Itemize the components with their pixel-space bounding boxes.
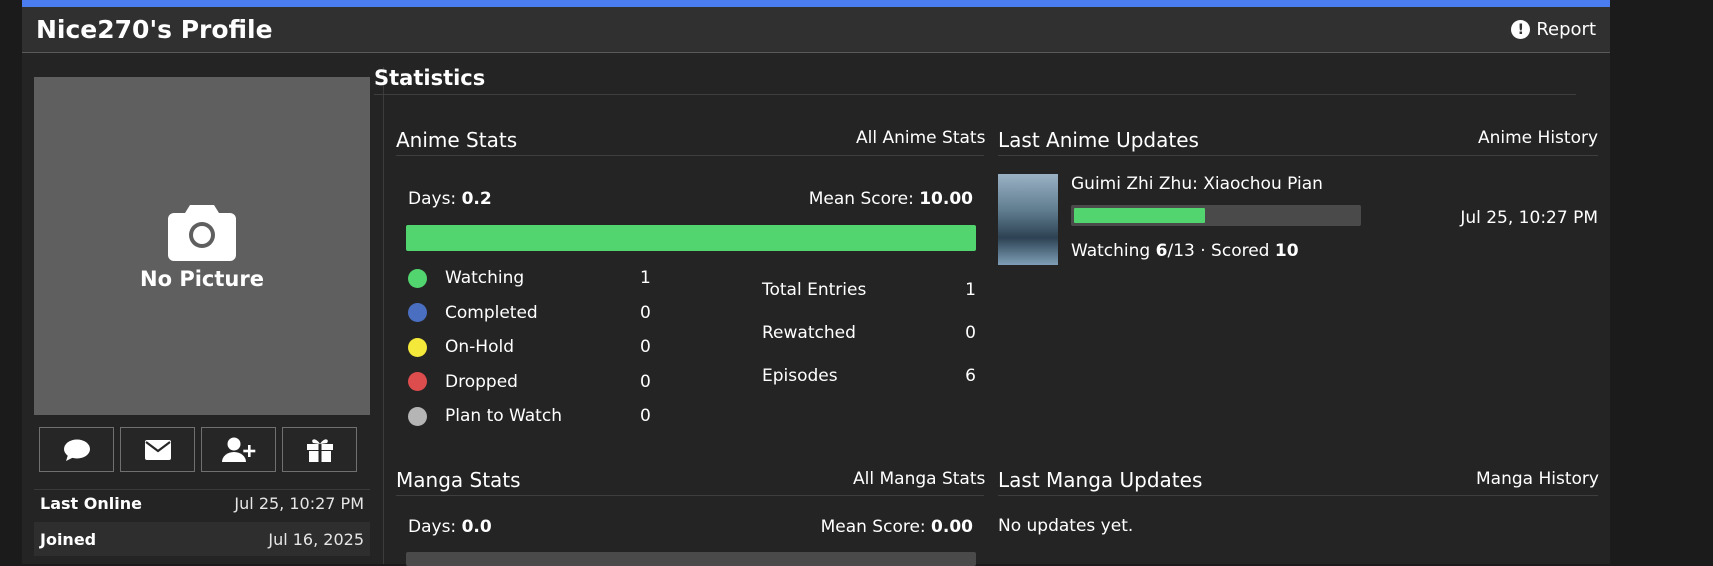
joined-value: Jul 16, 2025	[268, 529, 364, 549]
no-manga-updates-text: No updates yet.	[998, 516, 1134, 536]
legend-count: 0	[640, 337, 651, 358]
divider	[998, 495, 1598, 496]
profile-header: Nice270's Profile ! Report	[22, 7, 1610, 53]
days-value: 0.2	[461, 189, 492, 209]
episodes-value: 6	[965, 365, 976, 386]
completed-dot-icon	[408, 303, 427, 323]
manga-stats-heading: Manga Stats	[396, 468, 521, 492]
scored-label: · Scored	[1194, 241, 1275, 261]
episode-progress-bar	[1071, 205, 1361, 226]
profile-actions	[39, 427, 357, 472]
legend-label: Watching	[445, 268, 525, 289]
anime-update-status: Watching 6/13 · Scored 10	[1071, 241, 1299, 261]
legend-count: 0	[640, 302, 651, 323]
anime-update-date: Jul 25, 10:27 PM	[1460, 208, 1598, 228]
manga-days: Days: 0.0	[408, 517, 492, 537]
legend-label: On-Hold	[445, 337, 514, 358]
anime-stats-heading: Anime Stats	[396, 128, 518, 152]
legend-count: 0	[640, 371, 651, 392]
last-online-row: Last Online Jul 25, 10:27 PM	[34, 486, 370, 520]
plan-to-watch-dot-icon	[408, 406, 427, 426]
anime-update-title[interactable]: Guimi Zhi Zhu: Xiaochou Pian	[1071, 174, 1323, 194]
legend-count: 1	[640, 268, 651, 289]
legend-on-hold[interactable]: On-Hold 0	[408, 330, 670, 365]
last-online-label: Last Online	[40, 493, 142, 513]
watched-count: 6	[1155, 241, 1168, 261]
mean-score-label: Mean Score:	[820, 517, 932, 537]
legend-count: 0	[640, 406, 651, 427]
status-label: Watching	[1071, 241, 1156, 261]
rewatched-value: 0	[965, 322, 976, 343]
mean-score-label: Mean Score:	[808, 189, 920, 209]
column-divider	[383, 67, 384, 564]
report-label: Report	[1536, 19, 1596, 40]
gift-icon	[306, 438, 333, 462]
page-title: Nice270's Profile	[36, 15, 273, 44]
statistics-title: Statistics	[374, 66, 486, 90]
last-manga-updates-heading: Last Manga Updates	[998, 468, 1203, 492]
envelope-icon	[144, 439, 171, 460]
all-anime-stats-link[interactable]: All Anime Stats	[856, 128, 985, 148]
camera-icon	[168, 205, 236, 261]
legend-label: Dropped	[445, 371, 518, 392]
legend-plan-to-watch[interactable]: Plan to Watch 0	[408, 399, 670, 434]
anime-status-bar	[406, 225, 976, 251]
on-hold-dot-icon	[408, 337, 427, 357]
top-accent-bar	[22, 0, 1610, 7]
comment-icon	[63, 439, 90, 461]
joined-row: Joined Jul 16, 2025	[34, 522, 370, 556]
manga-mean-score: Mean Score: 0.00	[821, 517, 973, 537]
joined-label: Joined	[40, 529, 97, 549]
total-entries-row: Total Entries 1	[762, 268, 976, 311]
avatar: No Picture	[34, 77, 370, 415]
divider	[374, 94, 1576, 95]
message-button[interactable]	[120, 427, 195, 472]
days-label: Days:	[408, 517, 462, 537]
divider	[396, 155, 984, 156]
days-value: 0.0	[461, 517, 492, 537]
episodes-label: Episodes	[762, 365, 838, 386]
rewatched-row: Rewatched 0	[762, 311, 976, 354]
legend-dropped[interactable]: Dropped 0	[408, 365, 670, 400]
legend-label: Completed	[445, 302, 538, 323]
exclamation-icon: !	[1511, 20, 1531, 39]
divider	[998, 155, 1598, 156]
all-manga-stats-link[interactable]: All Manga Stats	[853, 469, 985, 489]
no-picture-label: No Picture	[140, 267, 264, 291]
episodes-row: Episodes 6	[762, 354, 976, 397]
last-online-value: Jul 25, 10:27 PM	[234, 493, 364, 513]
anime-cover-image[interactable]	[998, 174, 1058, 265]
legend-watching[interactable]: Watching 1	[408, 261, 670, 296]
total-entries-label: Total Entries	[762, 279, 867, 300]
mean-score-value: 10.00	[919, 189, 973, 209]
anime-days: Days: 0.2	[408, 189, 492, 209]
total-entries-value: 1	[965, 279, 976, 300]
last-anime-updates-heading: Last Anime Updates	[998, 128, 1199, 152]
manga-history-link[interactable]: Manga History	[1476, 469, 1599, 489]
comment-button[interactable]	[39, 427, 114, 472]
anime-status-legend: Watching 1 Completed 0 On-Hold 0 Dropped…	[408, 261, 670, 434]
gift-button[interactable]	[282, 427, 357, 472]
legend-completed[interactable]: Completed 0	[408, 296, 670, 331]
add-friend-icon	[221, 437, 255, 462]
total-episodes: 13	[1173, 241, 1195, 261]
dropped-dot-icon	[408, 372, 427, 392]
score-value: 10	[1274, 241, 1299, 261]
watching-dot-icon	[408, 268, 427, 288]
anime-history-link[interactable]: Anime History	[1478, 128, 1598, 148]
anime-totals: Total Entries 1 Rewatched 0 Episodes 6	[762, 268, 976, 397]
report-button[interactable]: ! Report	[1511, 19, 1596, 40]
add-friend-button[interactable]	[201, 427, 276, 472]
divider	[396, 495, 984, 496]
episode-progress-fill	[1074, 208, 1205, 223]
legend-label: Plan to Watch	[445, 406, 562, 427]
anime-mean-score: Mean Score: 10.00	[809, 189, 973, 209]
mean-score-value: 0.00	[931, 517, 973, 537]
days-label: Days:	[408, 189, 462, 209]
rewatched-label: Rewatched	[762, 322, 856, 343]
